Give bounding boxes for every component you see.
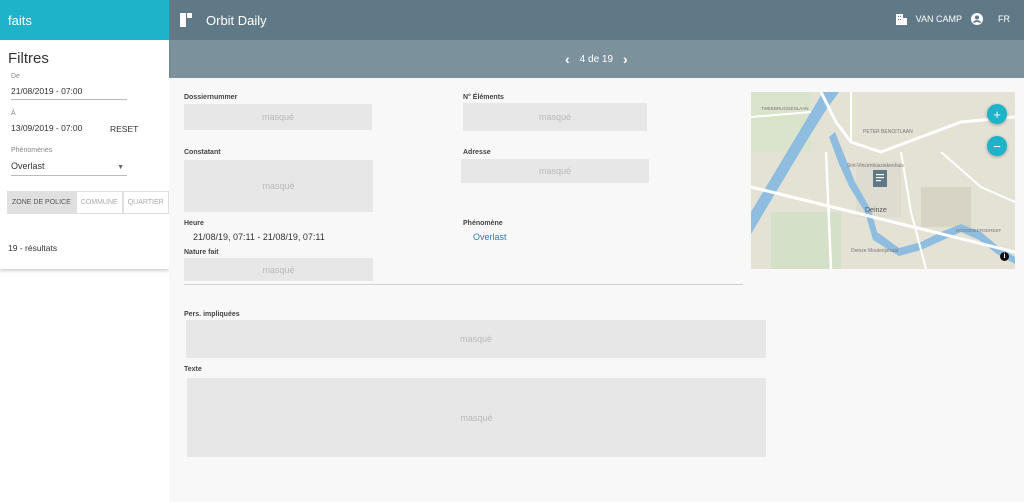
language-switch[interactable]: FR — [998, 14, 1010, 24]
pager-bar: ‹ 4 de 19 › — [169, 40, 1024, 78]
phenomene-value: Overlast — [473, 232, 507, 242]
reset-button[interactable]: RESET — [110, 124, 138, 134]
constatant-value: masqué — [184, 160, 373, 212]
filters-panel: Filtres De 21/08/2019 - 07:00 À 13/09/20… — [0, 40, 169, 269]
to-date-input[interactable]: 13/09/2019 - 07:00 — [11, 120, 105, 137]
adresse-label: Adresse — [463, 149, 491, 156]
elements-value: masqué — [463, 103, 647, 131]
dropdown-caret-icon: ▼ — [117, 164, 124, 171]
dossier-value: masqué — [184, 104, 372, 130]
map-label-place: Deinze Mouterijstraat — [851, 248, 899, 254]
map-label-dreef: DOOMMEERSDREEF — [956, 228, 1002, 233]
app-title: Orbit Daily — [206, 13, 267, 28]
phenomene-label: Phénomène — [463, 220, 503, 227]
sidebar-header: faits — [0, 0, 169, 40]
prev-chevron-icon[interactable]: ‹ — [565, 51, 570, 67]
location-map[interactable]: PETER BENOITLAAN Sint-Vincentiusziekenhu… — [751, 92, 1015, 269]
phenomenes-value: Overlast — [11, 161, 45, 171]
nature-value: masqué — [184, 258, 373, 281]
pager-text: 4 de 19 — [579, 53, 614, 65]
constatant-label: Constatant — [184, 149, 221, 156]
to-label: À — [11, 110, 16, 117]
map-label-hospital: Sint-Vincentiusziekenhuis — [847, 163, 904, 169]
segment-quartier[interactable]: QUARTIER — [122, 191, 169, 214]
from-label: De — [11, 73, 20, 80]
zoom-out-button[interactable]: − — [987, 136, 1007, 156]
map-label-street: PETER BENOITLAAN — [863, 129, 913, 135]
heure-value: 21/08/19, 07:11 - 21/08/19, 07:11 — [193, 232, 325, 242]
top-bar: Orbit Daily VAN CAMP FR — [169, 0, 1024, 40]
phenomenes-label: Phénomènes — [11, 147, 53, 154]
from-date-input[interactable]: 21/08/2019 - 07:00 — [11, 83, 127, 100]
account-circle-icon[interactable] — [971, 13, 983, 25]
user-area: VAN CAMP FR — [895, 13, 1010, 25]
app-logo-icon — [180, 13, 192, 27]
user-name[interactable]: VAN CAMP — [916, 14, 962, 24]
section-divider — [184, 284, 743, 285]
filters-title: Filtres — [8, 50, 49, 67]
results-count: 19 - résultats — [8, 243, 58, 253]
heure-label: Heure — [184, 220, 204, 227]
building-icon — [895, 14, 907, 25]
next-chevron-icon[interactable]: › — [623, 51, 628, 67]
map-label-laan: TWEEBRUGGENLAAN — [761, 106, 809, 111]
adresse-value: masqué — [461, 159, 649, 183]
pers-value: masqué — [186, 320, 766, 358]
document-marker-icon[interactable] — [873, 170, 887, 187]
zoom-in-button[interactable]: + — [987, 104, 1007, 124]
detail-panel: Dossiernummer masqué N° Éléments masqué … — [169, 78, 1024, 502]
texte-label: Texte — [184, 366, 202, 373]
map-label-city: Deinze — [865, 207, 887, 214]
scope-toggle: ZONE DE POLICE COMMUNE QUARTIER — [7, 191, 169, 214]
phenomenes-select[interactable]: Overlast ▼ — [11, 158, 127, 176]
info-icon[interactable]: i — [1000, 252, 1009, 261]
texte-value: masqué — [187, 378, 766, 457]
elements-label: N° Éléments — [463, 94, 504, 101]
segment-commune[interactable]: COMMUNE — [75, 191, 123, 214]
segment-zone-de-police[interactable]: ZONE DE POLICE — [7, 191, 76, 214]
nature-label: Nature fait — [184, 249, 219, 256]
dossier-label: Dossiernummer — [184, 94, 238, 101]
map-graphic: PETER BENOITLAAN Sint-Vincentiusziekenhu… — [751, 92, 1015, 269]
pers-label: Pers. impliquées — [184, 311, 240, 318]
pager: ‹ 4 de 19 › — [565, 51, 628, 67]
